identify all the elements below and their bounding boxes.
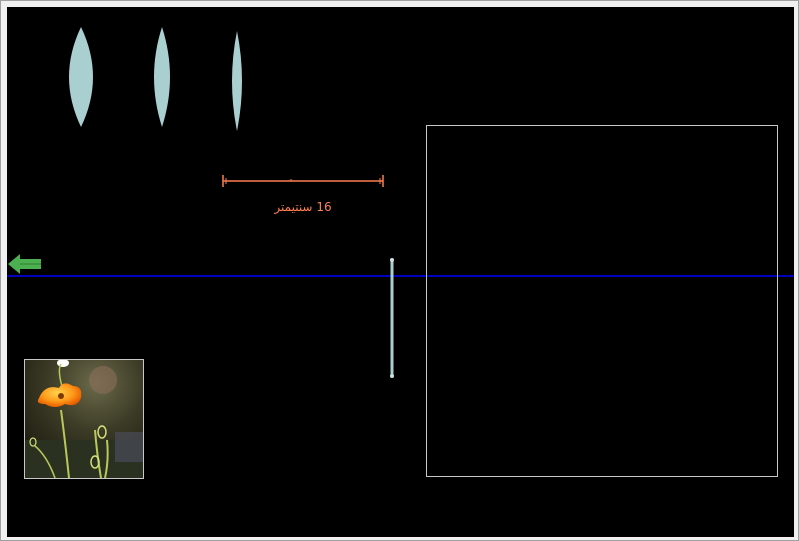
placed-lens[interactable] xyxy=(387,257,397,383)
optics-canvas[interactable]: 16 سنتیمتر xyxy=(7,7,794,537)
left-arrow-icon[interactable] xyxy=(7,252,43,280)
ruler-label: 16 سنتیمتر xyxy=(274,200,332,214)
projection-screen[interactable] xyxy=(426,125,778,477)
wide-convex-lens[interactable] xyxy=(61,25,101,129)
simulation-window: 16 سنتیمتر xyxy=(0,0,799,541)
narrow-convex-lens[interactable] xyxy=(229,29,245,133)
medium-convex-lens[interactable] xyxy=(149,25,175,129)
flower-image[interactable] xyxy=(24,359,144,479)
scale-ruler xyxy=(221,173,385,189)
